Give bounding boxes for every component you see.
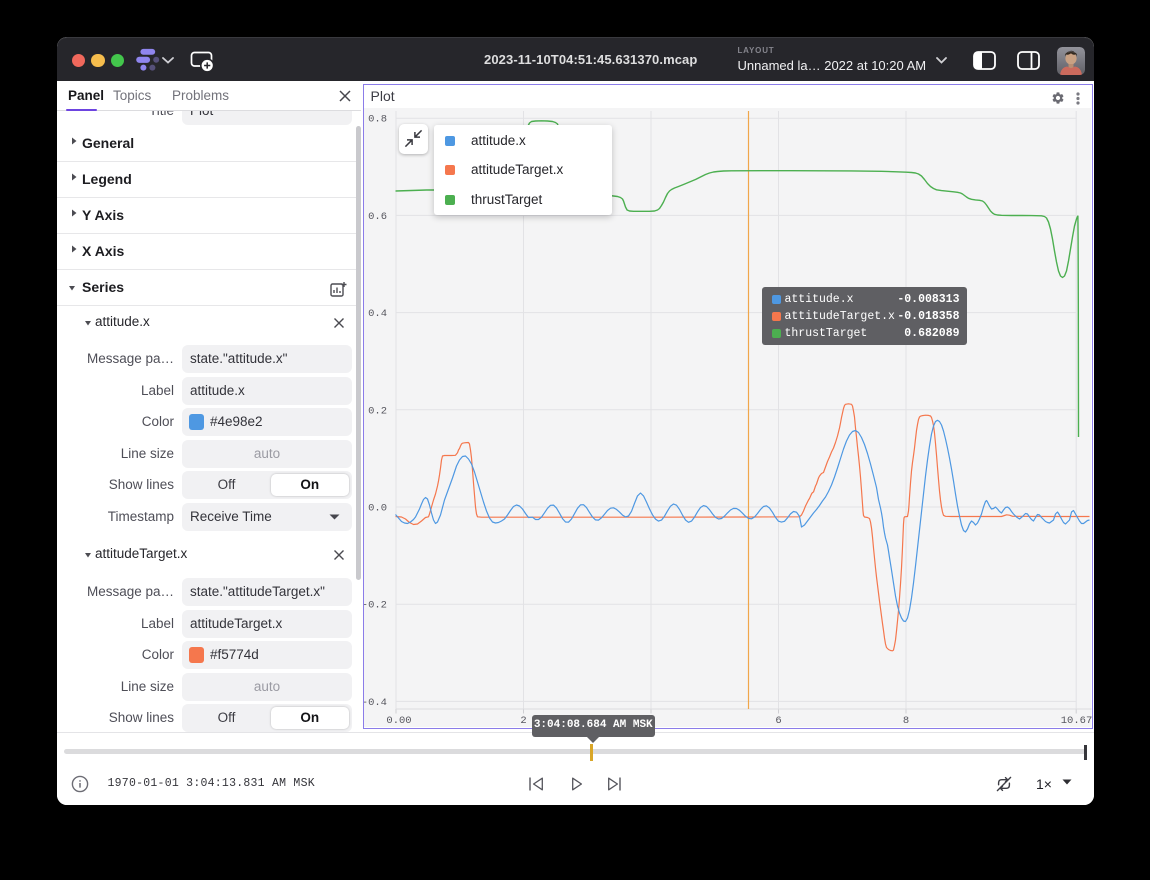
svg-text:-0.4: -0.4 [364, 696, 387, 708]
svg-text:0.0: 0.0 [368, 502, 387, 514]
svg-text:6: 6 [775, 715, 781, 727]
svg-text:0.6: 0.6 [368, 210, 387, 222]
svg-text:8: 8 [902, 715, 908, 727]
svg-text:0.8: 0.8 [368, 113, 387, 125]
svg-text:-0.2: -0.2 [364, 599, 387, 611]
svg-text:0.2: 0.2 [368, 405, 387, 417]
svg-text:10.67: 10.67 [1060, 715, 1092, 727]
svg-text:0.4: 0.4 [368, 308, 387, 320]
svg-text:0.00: 0.00 [386, 715, 411, 727]
svg-text:2: 2 [520, 715, 526, 727]
